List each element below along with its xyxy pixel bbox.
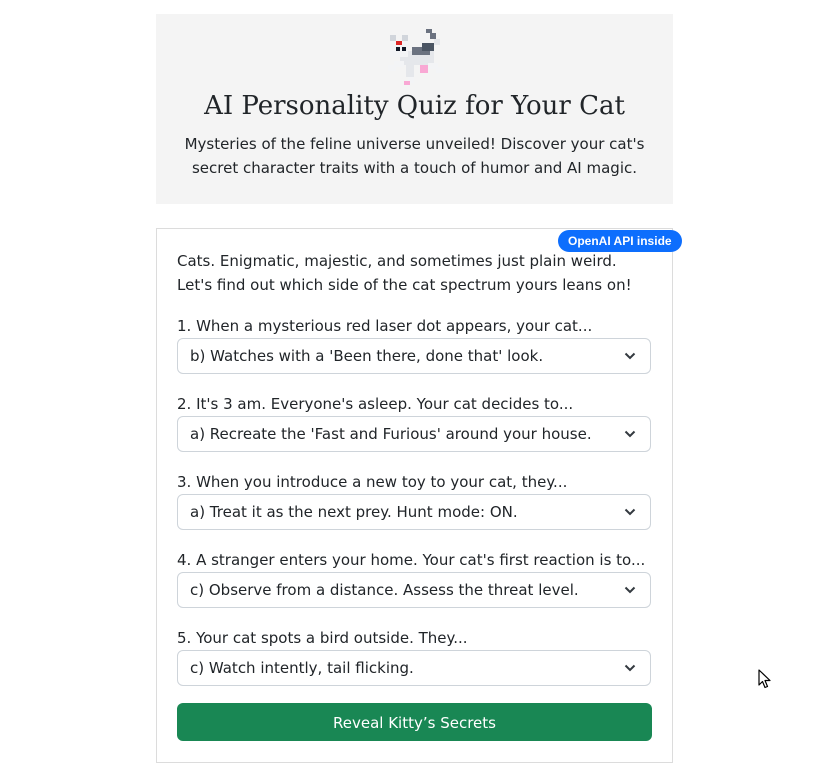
page-subtitle: Mysteries of the feline universe unveile… xyxy=(184,135,645,177)
question-3-label: 3. When you introduce a new toy to your … xyxy=(177,473,568,491)
question-3-select[interactable]: a) Treat it as the next prey. Hunt mode:… xyxy=(177,494,651,530)
quiz-card: OpenAI API inside Cats. Enigmatic, majes… xyxy=(156,228,682,763)
question-1-selected-value: b) Watches with a 'Been there, done that… xyxy=(190,347,544,365)
page-title: AI Personality Quiz for Your Cat xyxy=(204,91,625,121)
question-2-selected-value: a) Recreate the 'Fast and Furious' aroun… xyxy=(190,425,592,443)
question-5-selected-value: c) Watch intently, tail flicking. xyxy=(190,659,414,677)
question-5: 5. Your cat spots a bird outside. They..… xyxy=(177,627,653,686)
question-2-select[interactable]: a) Recreate the 'Fast and Furious' aroun… xyxy=(177,416,651,452)
question-4: 4. A stranger enters your home. Your cat… xyxy=(177,549,653,608)
chevron-down-icon xyxy=(624,430,636,438)
pixel-cat-icon xyxy=(382,25,446,89)
question-5-label: 5. Your cat spots a bird outside. They..… xyxy=(177,629,468,647)
reveal-secrets-button[interactable]: Reveal Kitty’s Secrets xyxy=(177,703,652,741)
chevron-down-icon xyxy=(624,352,636,360)
question-4-select[interactable]: c) Observe from a distance. Assess the t… xyxy=(177,572,651,608)
mouse-pointer-icon xyxy=(758,669,771,689)
question-4-label: 4. A stranger enters your home. Your cat… xyxy=(177,551,646,569)
header-section: AI Personality Quiz for Your Cat Mysteri… xyxy=(156,14,673,204)
question-3-selected-value: a) Treat it as the next prey. Hunt mode:… xyxy=(190,503,518,521)
chevron-down-icon xyxy=(624,664,636,672)
quiz-intro: Cats. Enigmatic, majestic, and sometimes… xyxy=(177,252,632,294)
question-3: 3. When you introduce a new toy to your … xyxy=(177,471,653,530)
question-2-label: 2. It's 3 am. Everyone's asleep. Your ca… xyxy=(177,395,574,413)
question-1-select[interactable]: b) Watches with a 'Been there, done that… xyxy=(177,338,651,374)
question-1: 1. When a mysterious red laser dot appea… xyxy=(177,315,653,374)
chevron-down-icon xyxy=(624,586,636,594)
question-1-label: 1. When a mysterious red laser dot appea… xyxy=(177,317,593,335)
question-4-selected-value: c) Observe from a distance. Assess the t… xyxy=(190,581,579,599)
chevron-down-icon xyxy=(624,508,636,516)
question-5-select[interactable]: c) Watch intently, tail flicking. xyxy=(177,650,651,686)
question-2: 2. It's 3 am. Everyone's asleep. Your ca… xyxy=(177,393,653,452)
